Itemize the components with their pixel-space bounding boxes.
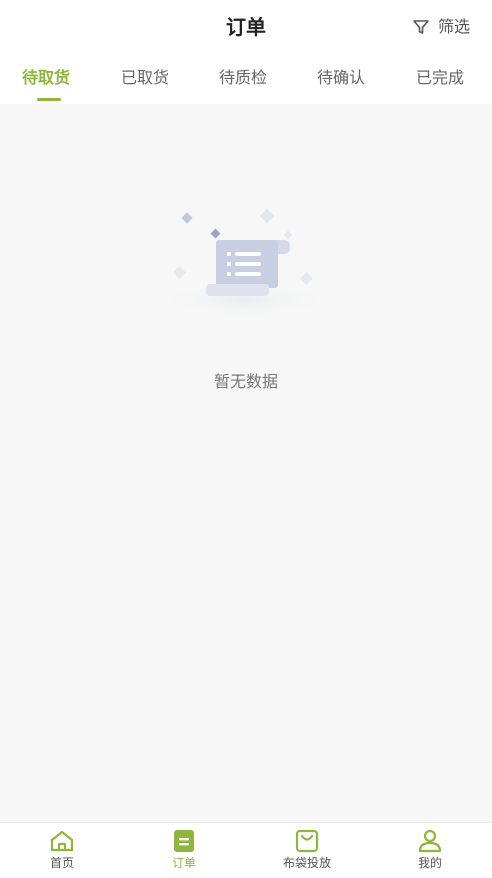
filter-button[interactable]: 筛选 [412,15,470,39]
empty-state: 暂无数据 [0,104,492,822]
empty-message: 暂无数据 [213,372,278,391]
tab-pending-inspection[interactable]: 待质检 [219,66,267,90]
user-icon [385,829,475,853]
tab-picked-up[interactable]: 已取货 [121,66,169,90]
active-tab-indicator [37,98,61,101]
nav-orders-label: 订单 [171,856,196,870]
tab-pending-confirmation[interactable]: 待确认 [317,66,365,90]
nav-bag-delivery[interactable]: 布袋投放 [262,829,352,871]
nav-profile-label: 我的 [417,856,442,870]
nav-home[interactable]: 首页 [17,829,107,871]
filter-label: 筛选 [437,17,470,36]
nav-home-label: 首页 [49,856,74,870]
nav-bag-delivery-label: 布袋投放 [282,856,331,870]
bag-icon [262,829,352,853]
nav-orders[interactable]: 订单 [139,829,229,871]
tab-pending-pickup[interactable]: 待取货 [22,66,70,90]
tab-completed[interactable]: 已完成 [416,66,464,90]
top-bar: 订单 筛选 待取货 已取货 待质检 待确认 已完成 [0,0,492,104]
filter-icon [412,18,430,36]
bottom-navigation: 首页 订单 布袋投放 我的 [0,822,492,878]
home-icon [17,829,107,853]
order-icon [139,829,229,853]
status-tabs: 待取货 已取货 待质检 待确认 已完成 [0,60,492,104]
nav-profile[interactable]: 我的 [385,829,475,871]
empty-document-icon [150,204,340,324]
